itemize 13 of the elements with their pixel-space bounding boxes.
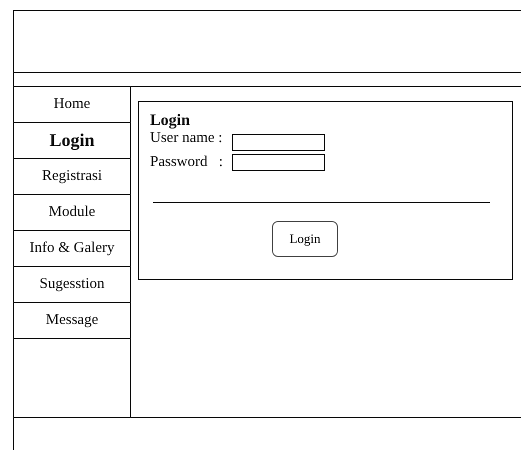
username-field[interactable] (232, 134, 325, 151)
password-label: Password : (150, 154, 224, 170)
nav-item[interactable]: Module (14, 195, 130, 231)
nav-item[interactable]: Login (14, 123, 130, 159)
nav-item[interactable]: Registrasi (14, 159, 130, 195)
nav-item[interactable]: Message (14, 303, 130, 339)
login-button[interactable]: Login (272, 221, 338, 257)
password-field[interactable] (232, 154, 325, 171)
username-label: User name : (150, 130, 224, 146)
login-title: Login (150, 112, 192, 130)
nav-item[interactable]: Home (14, 87, 130, 123)
nav-item[interactable]: Sugesstion (14, 267, 130, 303)
nav-item[interactable]: Info & Galery (14, 231, 130, 267)
